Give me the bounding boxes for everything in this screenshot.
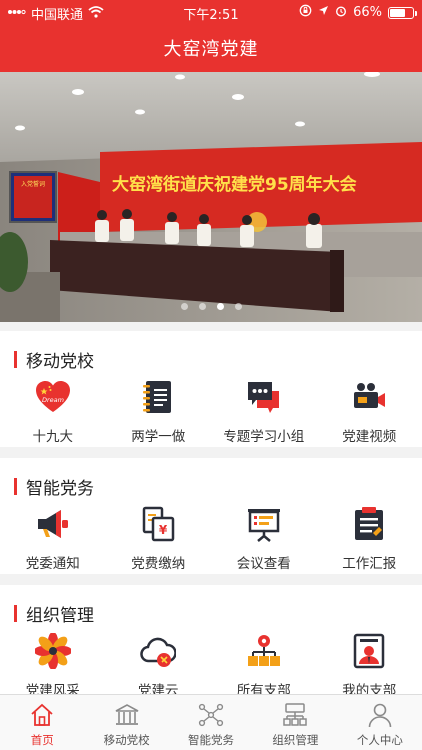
section-mobile-party-school: 移动党校 Dream 十九大 两学一做 专题学习小组 党建视频 [0, 331, 422, 447]
tab-home[interactable]: 首页 [0, 695, 84, 750]
report-clipboard-icon [355, 507, 384, 540]
shortcut-label: 十九大 [32, 429, 74, 445]
tab-label: 个人中心 [356, 733, 403, 747]
shortcut-party-fee[interactable]: ¥ 党费缴纳 [106, 506, 212, 572]
section-title: 移动党校 [26, 352, 94, 372]
cloud-emblem-icon [140, 637, 177, 667]
shortcut-label: 两学一做 [131, 429, 186, 445]
section-title-marker [14, 351, 17, 368]
svg-text:¥: ¥ [159, 523, 168, 537]
shortcut-party-cloud[interactable]: 党建云 [106, 633, 212, 699]
heart-flag-icon: Dream [35, 381, 70, 412]
shortcut-my-branch[interactable]: 我的支部 [317, 633, 422, 699]
pinwheel-icon [34, 633, 71, 669]
shortcut-label: 会议查看 [236, 556, 291, 572]
screen-text: 入党誓词 [21, 180, 45, 188]
banner-carousel[interactable]: 入党誓词 大窑湾街道庆祝建党95周年大会 [0, 72, 422, 322]
tab-bar: 首页 移动党校 智能党务 组织管理 个人中心 [0, 694, 422, 750]
shortcut-work-report[interactable]: 工作汇报 [317, 506, 422, 572]
org-tree-icon [247, 635, 280, 666]
network-nodes-icon [198, 703, 224, 727]
section-title-marker [14, 478, 17, 495]
orientation-lock-icon [299, 4, 312, 21]
status-bar: 中国联通 下午2:51 66% [0, 0, 422, 24]
tab-label: 首页 [30, 733, 54, 747]
carousel-dot[interactable] [198, 303, 206, 310]
carousel-dot[interactable] [216, 303, 224, 310]
shortcut-label: 专题学习小组 [223, 429, 305, 445]
video-camera-icon [354, 383, 386, 408]
carousel-dot[interactable] [180, 303, 188, 310]
chat-bubbles-icon [247, 382, 279, 413]
tab-personal-center[interactable]: 个人中心 [338, 695, 422, 750]
banner-photo: 入党誓词 大窑湾街道庆祝建党95周年大会 [0, 72, 422, 322]
nav-bar: 大窑湾党建 [0, 24, 422, 72]
shortcut-label: 党建视频 [342, 429, 397, 445]
tab-smart-party-affairs[interactable]: 智能党务 [169, 695, 253, 750]
megaphone-icon [37, 510, 68, 538]
section-title: 组织管理 [26, 606, 94, 626]
shortcut-party-style[interactable]: 党建风采 [0, 633, 106, 699]
page-title: 大窑湾党建 [163, 39, 259, 60]
carousel-dot[interactable] [234, 303, 242, 310]
fee-document-icon: ¥ [143, 506, 175, 542]
section-smart-party-affairs: 智能党务 党委通知 ¥ 党费缴纳 会议查看 工作汇报 [0, 458, 422, 574]
banner-photo-text: 大窑湾街道庆祝建党95周年大会 [112, 174, 357, 195]
shortcut-all-branches[interactable]: 所有支部 [211, 633, 317, 699]
shortcut-19th-congress[interactable]: Dream 十九大 [0, 379, 106, 445]
battery-icon [388, 6, 417, 19]
member-card-icon [354, 633, 385, 669]
school-building-icon [115, 704, 138, 725]
section-organization-management: 组织管理 党建风采 党建云 所有支部 我的支部 [0, 585, 422, 699]
alarm-icon [335, 5, 347, 21]
tab-organization-management[interactable]: 组织管理 [253, 695, 337, 750]
notebook-icon [143, 381, 172, 413]
presentation-board-icon [247, 509, 280, 542]
tab-mobile-party-school[interactable]: 移动党校 [84, 695, 168, 750]
person-icon [368, 703, 392, 728]
tab-label: 智能党务 [188, 733, 235, 747]
shortcut-party-video[interactable]: 党建视频 [317, 379, 422, 445]
shortcut-study-group[interactable]: 专题学习小组 [211, 379, 317, 445]
shortcut-meeting-view[interactable]: 会议查看 [211, 506, 317, 572]
shortcut-label: 党费缴纳 [131, 556, 186, 572]
tab-label: 组织管理 [272, 733, 319, 747]
shortcut-label: 党委通知 [25, 556, 80, 572]
org-chart-icon [283, 703, 308, 726]
shortcut-label: 工作汇报 [342, 556, 397, 572]
section-title-marker [14, 605, 17, 622]
section-title: 智能党务 [26, 479, 94, 499]
location-arrow-icon [318, 5, 329, 20]
tab-label: 移动党校 [103, 733, 150, 747]
battery-percent: 66% [353, 5, 382, 20]
heart-badge-text: Dream [42, 396, 64, 404]
carousel-indicator[interactable] [0, 303, 422, 310]
shortcut-two-studies[interactable]: 两学一做 [106, 379, 212, 445]
shortcut-committee-notice[interactable]: 党委通知 [0, 506, 106, 572]
home-icon [31, 703, 53, 726]
